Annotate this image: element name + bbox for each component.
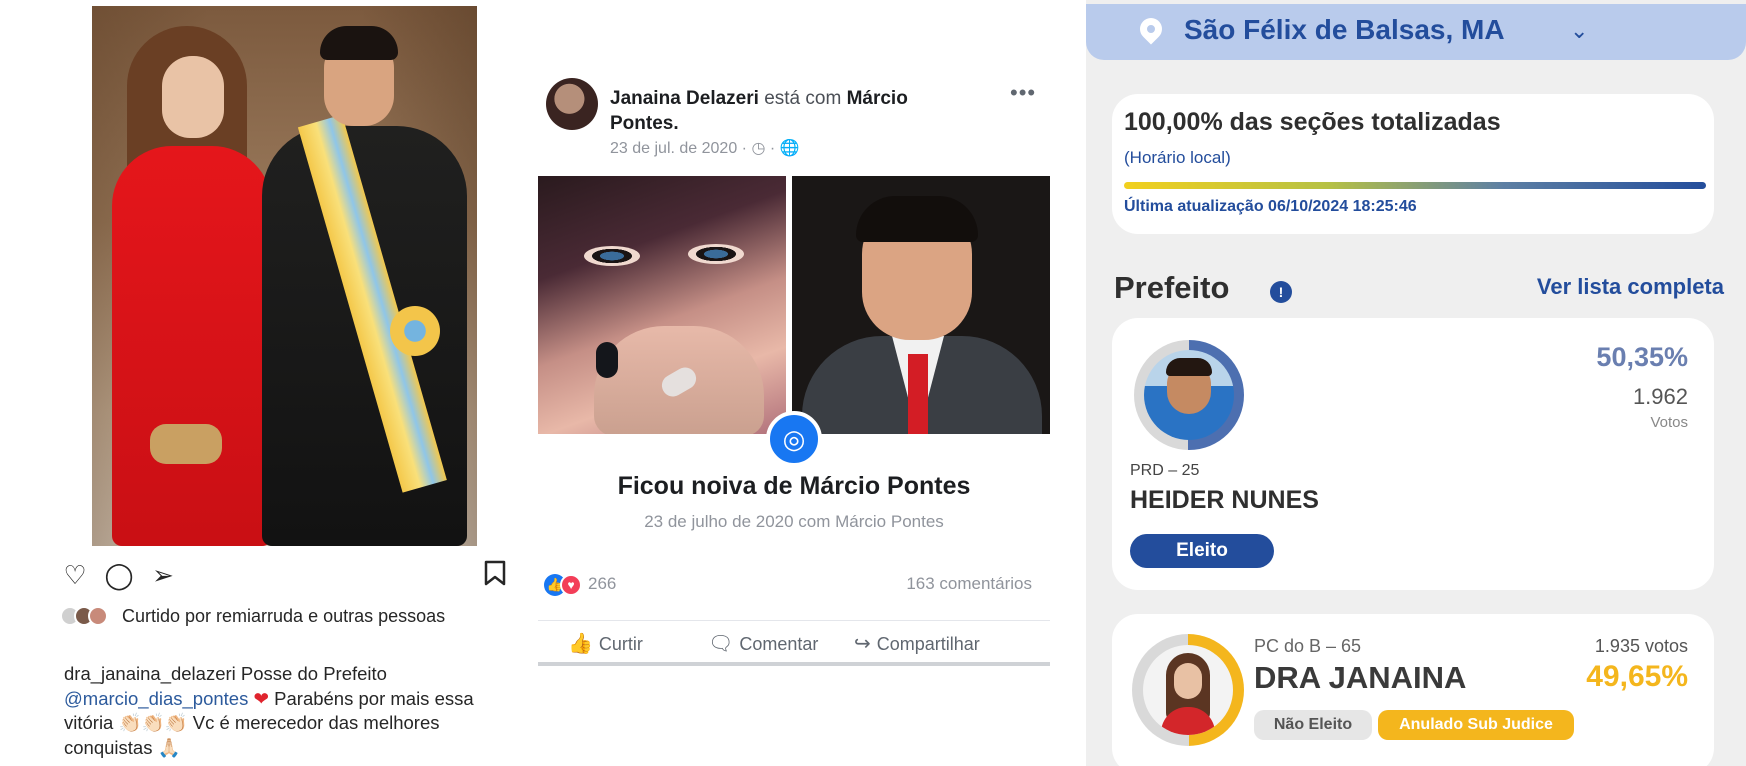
candidate-name: DRA JANAINA [1254, 660, 1467, 695]
location-name: São Félix de Balsas, MA [1184, 14, 1505, 45]
progress-bar [1124, 182, 1706, 189]
candidate-card[interactable]: PC do B – 65 DRA JANAINA 1.935 votos 49,… [1112, 614, 1714, 766]
location-pin-icon [1135, 13, 1167, 45]
love-reaction-icon[interactable]: ♥ [560, 574, 582, 596]
candidate-party: PC do B – 65 [1254, 636, 1362, 656]
post-actions: ♡ ◯ ➢ [60, 560, 510, 590]
share-arrow-icon: ↪ [854, 633, 871, 655]
ring-icon: ◎ [766, 411, 822, 467]
eye [584, 246, 640, 266]
like-label: Curtir [598, 634, 643, 654]
comment-button[interactable]: 🗨 Comentar [708, 631, 818, 656]
candidate-percent: 50,35% [1596, 342, 1688, 372]
facebook-post: Janaina Delazeri está com Márcio Pontes.… [538, 66, 1050, 676]
candidate-photo [1143, 645, 1233, 735]
comment-icon[interactable]: ◯ [104, 560, 134, 590]
action-bar: 👍 Curtir 🗨 Comentar ↪ Compartilhar [538, 620, 1050, 666]
caption-mention[interactable]: @marcio_dias_pontes [64, 688, 248, 709]
not-elected-badge: Não Eleito [1254, 710, 1372, 740]
post-caption: dra_janaina_delazeri Posse do Prefeito @… [64, 662, 504, 760]
event-photo-left[interactable] [538, 176, 786, 434]
clutch-bag [150, 424, 222, 464]
totals-card: 100,00% das seções totalizadas (Horário … [1112, 94, 1714, 234]
candidate-party: PRD – 25 [1130, 462, 1200, 479]
sash-rosette [390, 306, 440, 356]
totals-title: 100,00% das seções totalizadas [1124, 108, 1501, 136]
election-results: São Félix de Balsas, MA ⌄ 100,00% das se… [1086, 0, 1746, 766]
candidate-card[interactable]: 50,35% 1.962 Votos PRD – 25 HEIDER NUNES… [1112, 318, 1714, 590]
share-icon[interactable]: ➢ [148, 560, 178, 590]
candidate-hair [1166, 358, 1212, 376]
more-options-icon[interactable]: ••• [1010, 80, 1036, 106]
heart-emoji-icon: ❤ [253, 687, 270, 709]
last-update: Última atualização 06/10/2024 18:25:46 [1124, 198, 1417, 215]
eye [688, 244, 744, 264]
poster-name[interactable]: Janaina Delazeri [610, 88, 759, 109]
candidate-face [1174, 663, 1202, 699]
candidate-votes: 1.962 [1632, 384, 1688, 409]
progress-fill [1124, 182, 1706, 189]
man-hair [320, 26, 398, 60]
red-dress [112, 146, 272, 546]
liked-by-text: Curtido por remiarruda e outras pessoas [122, 606, 446, 626]
reactions-count[interactable]: 266 [588, 574, 616, 594]
candidate-name: HEIDER NUNES [1130, 486, 1319, 514]
caption-text: Posse do Prefeito [240, 663, 387, 684]
liker-avatars [60, 606, 116, 626]
candidate-votes: 1.935 votos [1594, 636, 1688, 656]
post-date[interactable]: 23 de jul. de 2020 · ◷ · 🌐 [610, 138, 800, 158]
thumbs-up-icon: 👍 [568, 633, 593, 655]
post-photo[interactable] [92, 6, 477, 546]
location-selector[interactable]: São Félix de Balsas, MA ⌄ [1086, 4, 1746, 60]
avatar [88, 606, 108, 626]
nail [596, 342, 618, 378]
man-hair [856, 196, 978, 242]
instagram-post: ♡ ◯ ➢ Curtido por remiarruda e outras pe… [0, 0, 528, 766]
comment-icon: 🗨 [708, 633, 734, 655]
reactions-row: 👍 ♥ 266 163 comentários [544, 572, 1044, 598]
post-header: Janaina Delazeri está com Márcio Pontes. [610, 86, 970, 136]
event-photo-right[interactable] [792, 176, 1050, 434]
life-event-title: Ficou noiva de Márcio Pontes [617, 472, 971, 500]
like-button[interactable]: 👍 Curtir [568, 631, 643, 656]
candidate-photo [1144, 350, 1234, 440]
section-title: Prefeito [1114, 270, 1230, 305]
with-text: está com [764, 88, 842, 109]
elected-badge: Eleito [1130, 534, 1274, 568]
chevron-down-icon[interactable]: ⌄ [1570, 18, 1588, 44]
share-label: Compartilhar [876, 634, 980, 654]
candidate-percent: 49,65% [1586, 660, 1688, 693]
info-icon[interactable]: ! [1270, 281, 1292, 303]
comment-label: Comentar [739, 634, 819, 654]
bookmark-icon[interactable] [480, 560, 510, 590]
woman-face [162, 56, 224, 138]
timezone-note: (Horário local) [1124, 148, 1231, 167]
caption-username[interactable]: dra_janaina_delazeri [64, 663, 236, 684]
see-full-list-link[interactable]: Ver lista completa [1537, 274, 1724, 300]
annulled-badge: Anulado Sub Judice [1378, 710, 1574, 740]
life-event-subtitle: 23 de julho de 2020 com Márcio Pontes [644, 512, 944, 531]
votes-label: Votos [1650, 414, 1688, 431]
heart-icon[interactable]: ♡ [60, 560, 90, 590]
poster-avatar[interactable] [546, 78, 598, 130]
share-button[interactable]: ↪ Compartilhar [854, 631, 980, 656]
comments-count[interactable]: 163 comentários [906, 574, 1032, 594]
red-tie [908, 354, 928, 434]
panel-divider [1070, 0, 1086, 766]
